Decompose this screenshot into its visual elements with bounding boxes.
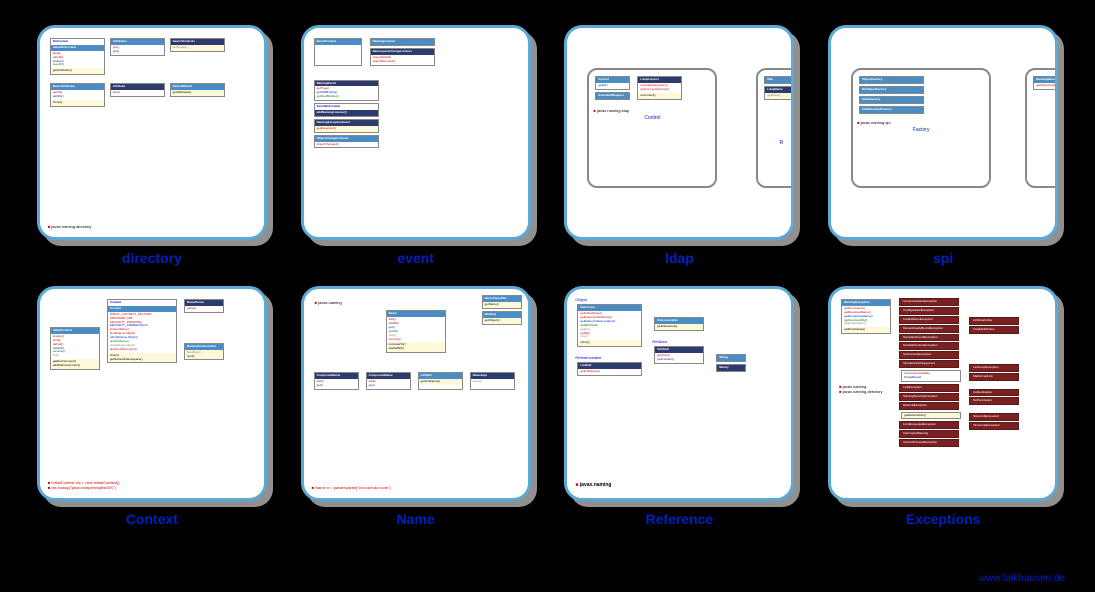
card-grid: DirContextInitialDirContextbind()rebind(… [0, 0, 1095, 542]
pkg-label: javax.naming [580, 482, 612, 488]
card-label: Exceptions [906, 511, 981, 527]
card-name[interactable]: ■ javax.naming Nameadd()addAll()get()get… [294, 286, 538, 527]
card-label: event [397, 250, 434, 266]
card-reference[interactable]: Object ReferencegetClassName()getFactory… [558, 286, 802, 527]
footer-link[interactable]: www.falkhausen.de [979, 573, 1065, 584]
sub-label: R [762, 140, 794, 147]
card-context[interactable]: InitialContextlookup()bind()rebind()unbi… [30, 286, 274, 527]
card-ldap[interactable]: ControlgetID() ExtendedRequest LdapConte… [558, 25, 802, 266]
card-event[interactable]: EventContext NamingListener NamespaceCha… [294, 25, 538, 266]
sub-label: Factory [857, 127, 985, 134]
card-label: ldap [665, 250, 694, 266]
card-label: Context [126, 511, 178, 527]
card-spi[interactable]: ObjectFactory DirObjectFactory StateFact… [821, 25, 1065, 266]
card-label: Name [397, 511, 435, 527]
card-directory[interactable]: DirContextInitialDirContextbind()rebind(… [30, 25, 274, 266]
card-label: directory [122, 250, 182, 266]
card-exceptions[interactable]: NamingExceptiongetRootCause()getResolved… [821, 286, 1065, 527]
sub-label: Control [593, 115, 711, 122]
card-label: spi [933, 250, 953, 266]
card-label: Reference [646, 511, 714, 527]
